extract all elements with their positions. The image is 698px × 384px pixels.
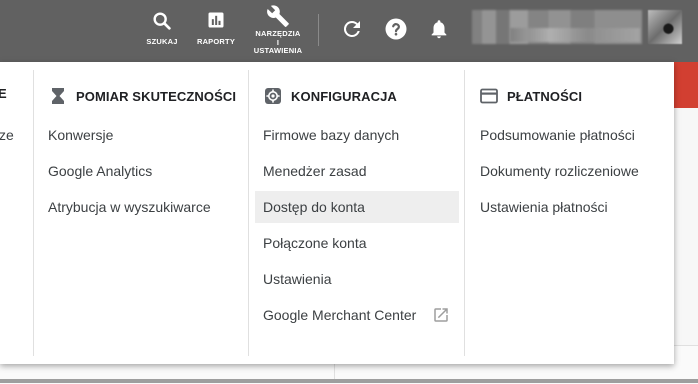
wrench-icon xyxy=(267,5,289,27)
billing-header: PŁATNOŚCI xyxy=(479,86,582,106)
partial-column-header: E xyxy=(0,86,7,101)
topbar-divider xyxy=(318,14,319,46)
menu-item-business-data[interactable]: Firmowe bazy danych xyxy=(255,119,459,151)
menu-item-google-merchant-center[interactable]: Google Merchant Center xyxy=(255,299,433,331)
search-icon xyxy=(153,12,171,30)
measurement-header: POMIAR SKUTECZNOŚCI xyxy=(48,86,236,106)
menu-item-policy-manager[interactable]: Menedżer zasad xyxy=(255,155,459,187)
avatar[interactable] xyxy=(648,10,682,44)
tools-label-line3: USTAWIENIA xyxy=(253,46,303,55)
open-in-new-icon[interactable] xyxy=(432,306,450,324)
partial-column-item[interactable]: cze xyxy=(0,119,14,151)
hourglass-icon xyxy=(48,86,68,106)
bell-icon[interactable] xyxy=(428,17,450,41)
measurement-header-label: POMIAR SKUTECZNOŚCI xyxy=(76,88,237,104)
refresh-icon[interactable] xyxy=(340,17,364,41)
menu-item-preferences[interactable]: Ustawienia xyxy=(255,263,459,295)
partial-column: E cze xyxy=(0,62,33,364)
setup-header-label: KONFIGURACJA xyxy=(291,88,397,104)
reports-label: RAPORTY xyxy=(196,37,236,46)
billing-column: PŁATNOŚCI Podsumowanie płatności Dokumen… xyxy=(465,62,674,364)
gear-icon xyxy=(263,86,283,106)
setup-header: KONFIGURACJA xyxy=(263,86,397,106)
search-button[interactable]: SZUKAJ xyxy=(143,0,181,62)
account-id-blurred xyxy=(510,28,640,42)
top-bar: SZUKAJ RAPORTY NARZĘDZIA I USTAWIENIA xyxy=(0,0,698,62)
setup-column: KONFIGURACJA Firmowe bazy danych Menedże… xyxy=(249,62,464,364)
background-red-button xyxy=(671,62,698,108)
search-label: SZUKAJ xyxy=(146,37,178,46)
menu-item-google-analytics[interactable]: Google Analytics xyxy=(40,155,244,187)
menu-item-billing-documents[interactable]: Dokumenty rozliczeniowe xyxy=(472,155,670,187)
background-bottom-bar xyxy=(0,379,698,383)
help-icon[interactable] xyxy=(384,17,408,41)
menu-item-account-access[interactable]: Dostęp do konta xyxy=(255,191,459,223)
tools-dropdown-menu: E cze POMIAR SKUTECZNOŚCI Konwersje Goog… xyxy=(0,62,674,364)
tools-settings-button[interactable]: NARZĘDZIA I USTAWIENIA xyxy=(250,0,306,62)
menu-item-billing-summary[interactable]: Podsumowanie płatności xyxy=(472,119,670,151)
measurement-column: POMIAR SKUTECZNOŚCI Konwersje Google Ana… xyxy=(34,62,248,364)
menu-item-search-attribution[interactable]: Atrybucja w wyszukiwarce xyxy=(40,191,244,223)
billing-header-label: PŁATNOŚCI xyxy=(507,88,583,104)
menu-item-conversions[interactable]: Konwersje xyxy=(40,119,244,151)
bar-chart-icon xyxy=(208,12,224,28)
menu-item-linked-accounts[interactable]: Połączone konta xyxy=(255,227,459,259)
menu-item-billing-settings[interactable]: Ustawienia płatności xyxy=(472,191,670,223)
reports-button[interactable]: RAPORTY xyxy=(194,0,238,62)
credit-card-icon xyxy=(479,86,499,106)
